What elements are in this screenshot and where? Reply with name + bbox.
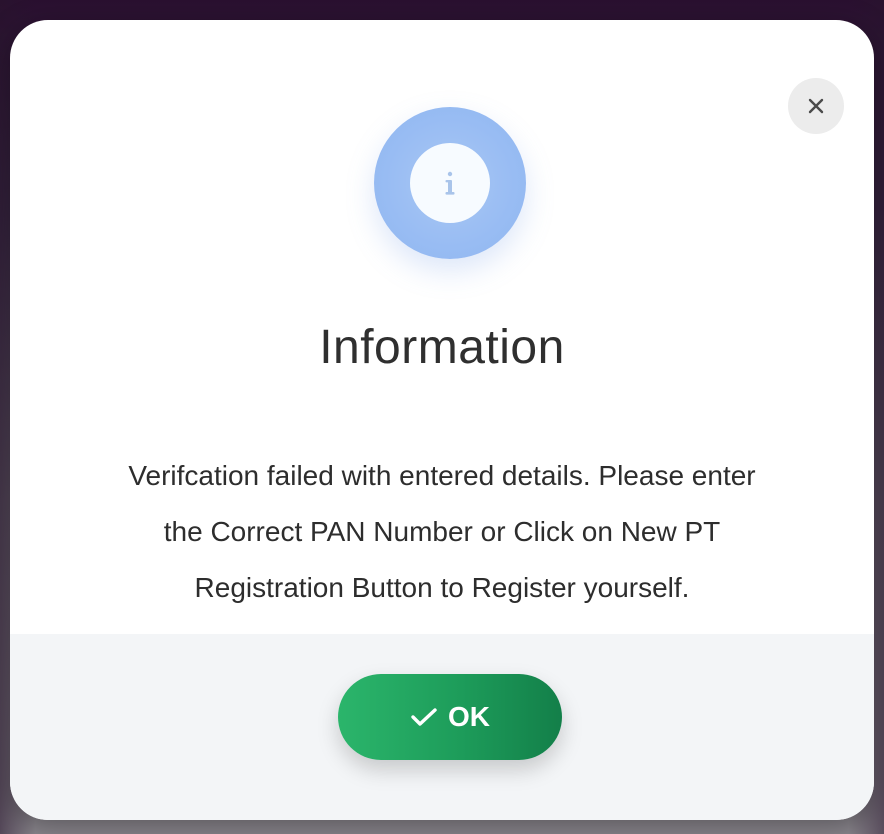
dialog-message: Verifcation failed with entered details.… bbox=[70, 448, 814, 616]
message-line-1: Verifcation failed with entered details.… bbox=[128, 460, 756, 491]
information-dialog: Information Verifcation failed with ente… bbox=[10, 20, 874, 820]
info-icon-badge bbox=[374, 107, 526, 259]
ok-button-label: OK bbox=[448, 701, 490, 732]
dialog-footer: OK bbox=[10, 634, 874, 820]
close-button[interactable] bbox=[788, 78, 844, 134]
ok-button[interactable]: OK bbox=[338, 674, 562, 760]
message-line-3: Registration Button to Register yourself… bbox=[194, 572, 690, 603]
check-icon bbox=[411, 708, 437, 726]
dialog-title: Information bbox=[319, 321, 565, 374]
close-icon bbox=[808, 98, 824, 114]
message-line-2: the Correct PAN Number or Click on New P… bbox=[163, 516, 721, 547]
info-icon bbox=[410, 143, 490, 223]
